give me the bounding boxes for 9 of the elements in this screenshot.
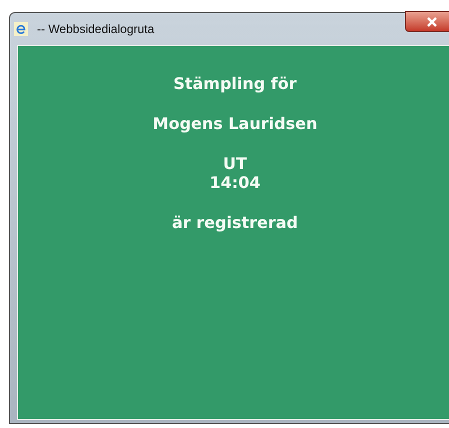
message-text: UT — [223, 154, 247, 173]
message-text: 14:04 — [210, 173, 260, 192]
window-title: -- Webbsidedialogruta — [37, 21, 154, 38]
message-text: Mogens Lauridsen — [152, 114, 318, 133]
message-text: Stämpling för — [173, 74, 297, 93]
close-icon — [427, 16, 437, 26]
close-button[interactable] — [405, 11, 449, 32]
browser-icon — [14, 22, 28, 36]
message-text: är registrerad — [172, 213, 298, 232]
